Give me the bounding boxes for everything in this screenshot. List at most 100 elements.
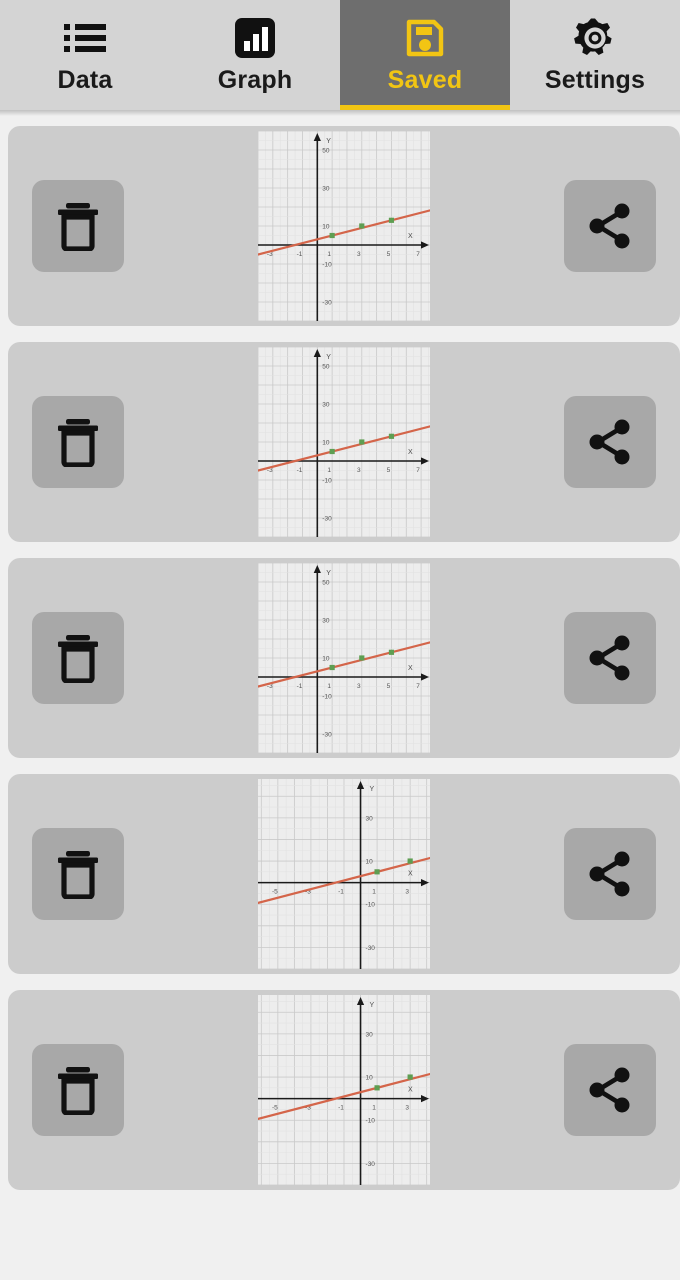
share-icon [589, 203, 630, 249]
svg-text:1: 1 [372, 1105, 376, 1112]
tab-settings[interactable]: Settings [510, 0, 680, 110]
svg-text:3: 3 [357, 683, 361, 690]
saved-graph-list: Y X -3 -1 1 3 5 7 50 30 10 -10 -30 Y X -3 -1 1 3 5 7 50 30 10-… [0, 116, 680, 1190]
graph-thumbnail[interactable]: Y X -5 -3 -1 1 3 30 10 -10 -30 [258, 995, 430, 1185]
graph-thumbnail[interactable]: Y X -3 -1 1 3 5 7 50 30 10 -10 -30 [258, 131, 430, 321]
tab-label-graph: Graph [217, 65, 293, 94]
svg-text:1: 1 [372, 889, 376, 896]
share-icon [589, 1067, 630, 1113]
svg-text:5: 5 [387, 683, 391, 690]
delete-button[interactable] [32, 1044, 124, 1136]
delete-button[interactable] [32, 828, 124, 920]
tab-label-data: Data [57, 65, 113, 94]
svg-text:-30: -30 [322, 300, 332, 307]
graph-thumbnail[interactable]: Y X -3 -1 1 3 5 7 50 30 10 -10 -30 [258, 347, 430, 537]
delete-button[interactable] [32, 180, 124, 272]
svg-text:3: 3 [405, 1105, 409, 1112]
svg-text:-5: -5 [272, 889, 278, 896]
svg-text:7: 7 [416, 683, 420, 690]
svg-text:X: X [408, 449, 413, 456]
trash-icon [58, 203, 98, 251]
svg-text:-10: -10 [322, 262, 332, 269]
svg-text:-1: -1 [338, 889, 344, 896]
share-button[interactable] [564, 396, 656, 488]
svg-text:-30: -30 [366, 945, 376, 952]
svg-text:Y: Y [370, 1002, 375, 1009]
svg-text:10: 10 [366, 859, 374, 866]
svg-text:Y: Y [326, 354, 331, 361]
svg-text:30: 30 [322, 402, 330, 409]
svg-text:10: 10 [366, 1075, 374, 1082]
tab-graph[interactable]: Graph [170, 0, 340, 110]
list-icon [63, 16, 107, 60]
trash-icon [58, 635, 98, 683]
share-button[interactable] [564, 612, 656, 704]
svg-text:3: 3 [357, 251, 361, 258]
tab-saved[interactable]: Saved [340, 0, 510, 110]
svg-text:-30: -30 [322, 732, 332, 739]
share-button[interactable] [564, 180, 656, 272]
share-button[interactable] [564, 1044, 656, 1136]
share-icon [589, 635, 630, 681]
trash-icon [58, 1067, 98, 1115]
svg-text:50: 50 [322, 364, 330, 371]
svg-text:30: 30 [366, 815, 374, 822]
share-button[interactable] [564, 828, 656, 920]
svg-text:X: X [408, 1087, 413, 1094]
graph-thumbnail[interactable]: Y X -3 -1 1 3 5 7 50 30 10 -10 -30 [258, 563, 430, 753]
svg-text:1: 1 [327, 251, 331, 258]
svg-text:X: X [408, 233, 413, 240]
share-icon [589, 851, 630, 897]
delete-button[interactable] [32, 612, 124, 704]
saved-graph-card[interactable]: Y X -3 -1 1 3 5 7 50 30 10 -10 -30 [8, 558, 680, 758]
graph-thumbnail[interactable]: Y X -5 -3 -1 1 3 30 10 -10 -30 [258, 779, 430, 969]
svg-text:-1: -1 [338, 1105, 344, 1112]
svg-text:-5: -5 [272, 1105, 278, 1112]
svg-text:X: X [408, 665, 413, 672]
svg-text:-30: -30 [366, 1161, 376, 1168]
saved-graph-card[interactable]: Y X -5 -3 -1 1 3 30 10 -10 -30 [8, 774, 680, 974]
tab-data[interactable]: Data [0, 0, 170, 110]
svg-text:10: 10 [322, 224, 330, 231]
svg-text:-10: -10 [366, 902, 376, 909]
gear-icon [573, 16, 617, 60]
svg-text:3: 3 [357, 467, 361, 474]
svg-text:-10: -10 [322, 694, 332, 701]
svg-text:Y: Y [326, 138, 331, 145]
svg-text:30: 30 [322, 186, 330, 193]
graph-thumbnail-wrap: Y X -5 -3 -1 1 3 30 10 -10 -30 [256, 774, 432, 974]
svg-text:30: 30 [366, 1031, 374, 1038]
svg-text:1: 1 [327, 683, 331, 690]
svg-text:5: 5 [387, 467, 391, 474]
svg-text:-10: -10 [322, 478, 332, 485]
svg-text:30: 30 [322, 618, 330, 625]
share-icon [589, 419, 630, 465]
svg-text:-1: -1 [297, 683, 303, 690]
svg-text:5: 5 [387, 251, 391, 258]
trash-icon [58, 851, 98, 899]
saved-graph-card[interactable]: Y X -5 -3 -1 1 3 30 10 -10 -30 [8, 990, 680, 1190]
graph-thumbnail-wrap: Y X -3 -1 1 3 5 7 50 30 10 -10 -30 [256, 126, 432, 326]
tab-label-settings: Settings [544, 65, 646, 94]
saved-graph-card[interactable]: Y X -3 -1 1 3 5 7 50 30 10 -10 -30 [8, 342, 680, 542]
delete-button[interactable] [32, 396, 124, 488]
svg-text:-30: -30 [322, 516, 332, 523]
save-disk-icon [404, 16, 446, 60]
tab-label-saved: Saved [387, 65, 463, 94]
graph-thumbnail-wrap: Y X -5 -3 -1 1 3 30 10 -10 -30 [256, 990, 432, 1190]
saved-graph-card[interactable]: Y X -3 -1 1 3 5 7 50 30 10 -10 -30 [8, 126, 680, 326]
main-tab-bar: Data Graph Saved Settings [0, 0, 680, 110]
graph-thumbnail-wrap: Y X -3 -1 1 3 5 7 50 30 10 -10 -30 [256, 342, 432, 542]
svg-text:10: 10 [322, 440, 330, 447]
svg-text:50: 50 [322, 580, 330, 587]
svg-text:Y: Y [326, 570, 331, 577]
svg-text:10: 10 [322, 656, 330, 663]
svg-text:7: 7 [416, 467, 420, 474]
svg-text:Y: Y [370, 786, 375, 793]
trash-icon [58, 419, 98, 467]
graph-thumbnail-wrap: Y X -3 -1 1 3 5 7 50 30 10 -10 -30 [256, 558, 432, 758]
svg-text:50: 50 [322, 148, 330, 155]
svg-text:-1: -1 [297, 251, 303, 258]
svg-text:X: X [408, 871, 413, 878]
svg-text:-10: -10 [366, 1118, 376, 1125]
